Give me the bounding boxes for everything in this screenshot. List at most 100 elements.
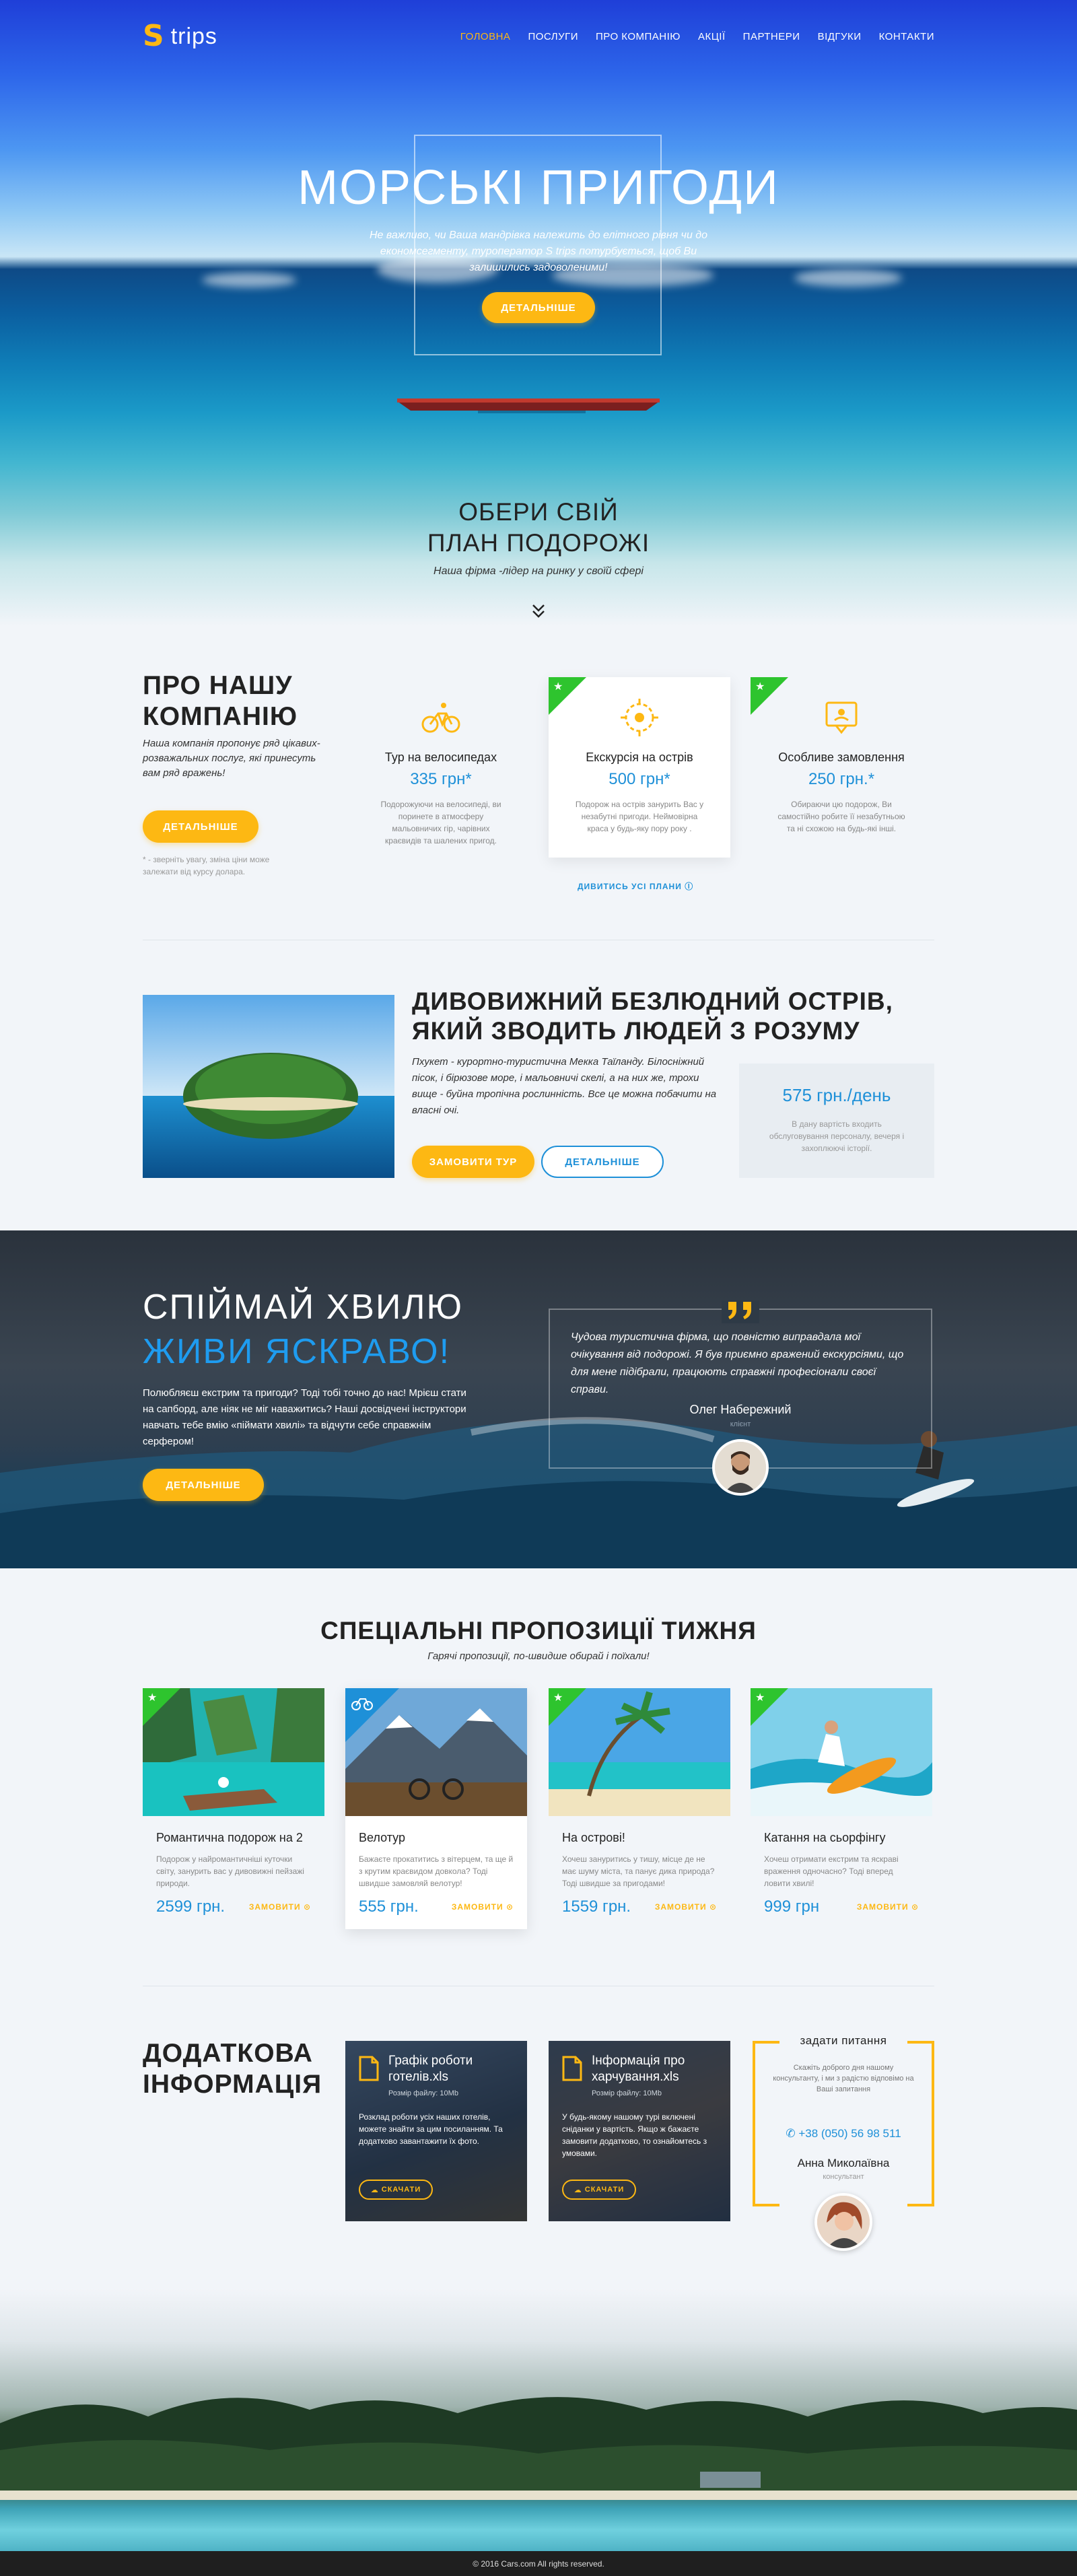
featured-badge: ★ <box>549 677 586 715</box>
service-card-bike[interactable]: Тур на велосипедах 335 грн* Подорожуючи … <box>350 677 532 858</box>
offer-image: ★ <box>751 1688 932 1816</box>
about-note: * - зверніть увагу, змінa ціни може зале… <box>143 855 270 876</box>
bicycle-icon <box>351 1698 373 1710</box>
download-button[interactable]: ☁ СКАЧАТИ <box>562 2180 636 2200</box>
offer-title: Катання на сьорфінгу <box>764 1831 886 1844</box>
featured-badge: ★ <box>143 1688 180 1726</box>
price-per-day: 575 грн./день <box>782 1085 891 1105</box>
nav-item-partners[interactable]: ПАРТНЕРИ <box>743 31 800 42</box>
offer-price: 1559 грн. <box>562 1898 631 1916</box>
order-link[interactable]: ЗАМОВИТИ ⊙ <box>249 1902 311 1912</box>
nav-item-services[interactable]: ПОСЛУГИ <box>528 31 578 42</box>
nav-item-contacts[interactable]: КОНТАКТИ <box>879 31 934 42</box>
order-link[interactable]: ЗАМОВИТИ ⊙ <box>655 1902 717 1912</box>
phone-icon: ✆ <box>786 2127 799 2140</box>
offer-footer: 999 грн ЗАМОВИТИ ⊙ <box>764 1898 919 1916</box>
download-label: СКАЧАТИ <box>584 2186 625 2194</box>
document-size: Розмір файлу: 10Mb <box>388 2089 458 2097</box>
service-price: 335 грн* <box>410 770 472 788</box>
download-button[interactable]: ☁ СКАЧАТИ <box>359 2180 433 2200</box>
star-icon: ★ <box>553 681 563 693</box>
featured-badge: ★ <box>549 1688 586 1726</box>
offer-price: 2599 грн. <box>156 1898 225 1916</box>
order-link[interactable]: ЗАМОВИТИ ⊙ <box>452 1902 514 1912</box>
nav-item-promo[interactable]: АКЦІЇ <box>698 31 726 42</box>
island-details-button[interactable]: ДЕТАЛЬНІШЕ <box>541 1146 664 1178</box>
about-title-line-1: ПРО НАШУ <box>143 671 293 700</box>
document-name: Інформація про харчування.xls <box>592 2054 685 2084</box>
offer-card[interactable]: ★ Катання на сьорфінгу Хочеш отримати ек… <box>751 1688 932 1929</box>
ask-title: задати питання <box>800 2034 887 2047</box>
nav-item-about[interactable]: ПРО КОМПАНІЮ <box>596 31 681 42</box>
plan-subtitle: Наша фірма -лідер на ринку у своїй сфері <box>433 565 644 577</box>
document-desc: У будь-якому нашому турі включені снідан… <box>562 2112 707 2158</box>
order-tour-button[interactable]: ЗАМОВИТИ ТУР <box>412 1146 534 1178</box>
logo[interactable]: S trips <box>143 22 217 51</box>
star-icon: ★ <box>755 681 765 693</box>
hero-details-button[interactable]: ДЕТАЛЬНІШЕ <box>482 292 595 323</box>
arrow-right-icon: ⊙ <box>709 1902 717 1912</box>
offer-image: ★ <box>549 1688 730 1816</box>
offer-price: 555 грн. <box>359 1898 419 1916</box>
featured-badge: ★ <box>751 677 788 715</box>
about-title: ПРО НАШУ КОМПАНІЮ <box>143 670 298 732</box>
price-desc: В дану вартість входить обслуговування п… <box>769 1119 905 1153</box>
consultant-name: Анна Миколаївна <box>797 2157 890 2169</box>
footer: © 2016 Cars.com All rights reserved. <box>0 2551 1077 2576</box>
plan-title-line-1: ОБЕРИ СВІЙ <box>458 498 619 526</box>
testimonial-text: Чудова туристична фірма, що повністю вип… <box>571 1331 904 1395</box>
offer-image <box>345 1688 527 1816</box>
ask-text: Скажіть доброго дня нашому консультанту,… <box>773 2064 914 2093</box>
service-title: Тур на велосипедах <box>384 751 497 764</box>
file-icon <box>562 2056 582 2081</box>
arrow-right-icon: ⊙ <box>303 1902 311 1912</box>
footer-palms-image <box>0 2289 1077 2551</box>
star-icon: ★ <box>553 1692 563 1704</box>
phone-link[interactable]: ✆ +38 (050) 56 98 511 <box>753 2127 934 2140</box>
wave-details-button[interactable]: ДЕТАЛЬНІШЕ <box>143 1469 264 1501</box>
main-nav: ГОЛОВНА ПОСЛУГИ ПРО КОМПАНІЮ АКЦІЇ ПАРТН… <box>460 31 934 42</box>
offer-price: 999 грн <box>764 1898 820 1916</box>
wave-title-2: ЖИВИ ЯСКРАВО! <box>143 1332 451 1371</box>
phone-number: +38 (050) 56 98 511 <box>798 2127 901 2140</box>
about-details-button[interactable]: ДЕТАЛЬНІШЕ <box>143 810 258 843</box>
specials-subtitle: Гарячі пропозиції, по-швидше обирай і по… <box>427 1650 650 1662</box>
chat-icon <box>825 701 858 734</box>
service-desc: Подорожуючи на велосипеді, ви поринете в… <box>380 800 501 845</box>
testimonial-role: клієнт <box>730 1420 751 1428</box>
order-label: ЗАМОВИТИ <box>856 1902 909 1912</box>
chevron-down-icon[interactable] <box>528 601 549 621</box>
document-desc: Розклад роботи усіх наших готелів, может… <box>359 2112 503 2146</box>
all-plans-link[interactable]: ДИВИТИСЬ УСІ ПЛАНИ ⓘ <box>578 880 693 892</box>
additional-title-line-2: ІНФОРМАЦІЯ <box>143 2070 322 2099</box>
offer-card[interactable]: ★ Романтична подорож на 2 Подорож у найр… <box>143 1688 324 1929</box>
plan-title: ОБЕРИ СВІЙ ПЛАН ПОДОРОЖІ <box>0 497 1077 559</box>
offer-title: Велотур <box>359 1831 405 1844</box>
quote-icon <box>722 1300 759 1323</box>
price-box: 575 грн./день В дану вартість входить об… <box>739 1064 934 1178</box>
service-price: 500 грн* <box>609 770 670 788</box>
document-card: Інформація про харчування.xls Розмір фай… <box>549 2041 730 2221</box>
order-label: ЗАМОВИТИ <box>451 1902 503 1912</box>
nav-item-home[interactable]: ГОЛОВНА <box>460 31 511 42</box>
boat-image <box>397 398 660 413</box>
offer-desc: Подорож у найромантичніші куточки світу,… <box>156 1854 304 1888</box>
star-icon: ★ <box>755 1692 765 1704</box>
offer-card[interactable]: Велотур Бажаєте прокатитись з вітерцем, … <box>345 1688 527 1929</box>
star-icon: ★ <box>147 1692 158 1704</box>
service-card-special[interactable]: ★ Особливе замовлення 250 грн.* Обираючи… <box>751 677 932 858</box>
logo-text: trips <box>170 23 217 49</box>
testimonial-author: Олег Набережний <box>689 1403 792 1416</box>
offer-card[interactable]: ★ На острові! Хочеш зануритись у тишу, м… <box>549 1688 730 1929</box>
about-text: Наша компанія пропонує ряд цікавих-розва… <box>143 738 320 779</box>
wave-text: Полюбляєш екстрим та пригоди? Тоді тобі … <box>143 1387 466 1447</box>
island-image <box>143 995 394 1178</box>
all-plans-label: ДИВИТИСЬ УСІ ПЛАНИ <box>578 882 682 891</box>
specials-title: СПЕЦІАЛЬНІ ПРОПОЗИЦІЇ ТИЖНЯ <box>320 1617 757 1644</box>
download-label: СКАЧАТИ <box>381 2186 421 2194</box>
service-card-island[interactable]: ★ Екскурсія на острів 500 грн* Подорож н… <box>549 677 730 858</box>
service-title: Особливе замовлення <box>778 751 905 764</box>
cloud-download-icon: ☁ <box>370 2186 382 2194</box>
nav-item-reviews[interactable]: ВІДГУКИ <box>818 31 862 42</box>
order-link[interactable]: ЗАМОВИТИ ⊙ <box>857 1902 919 1912</box>
